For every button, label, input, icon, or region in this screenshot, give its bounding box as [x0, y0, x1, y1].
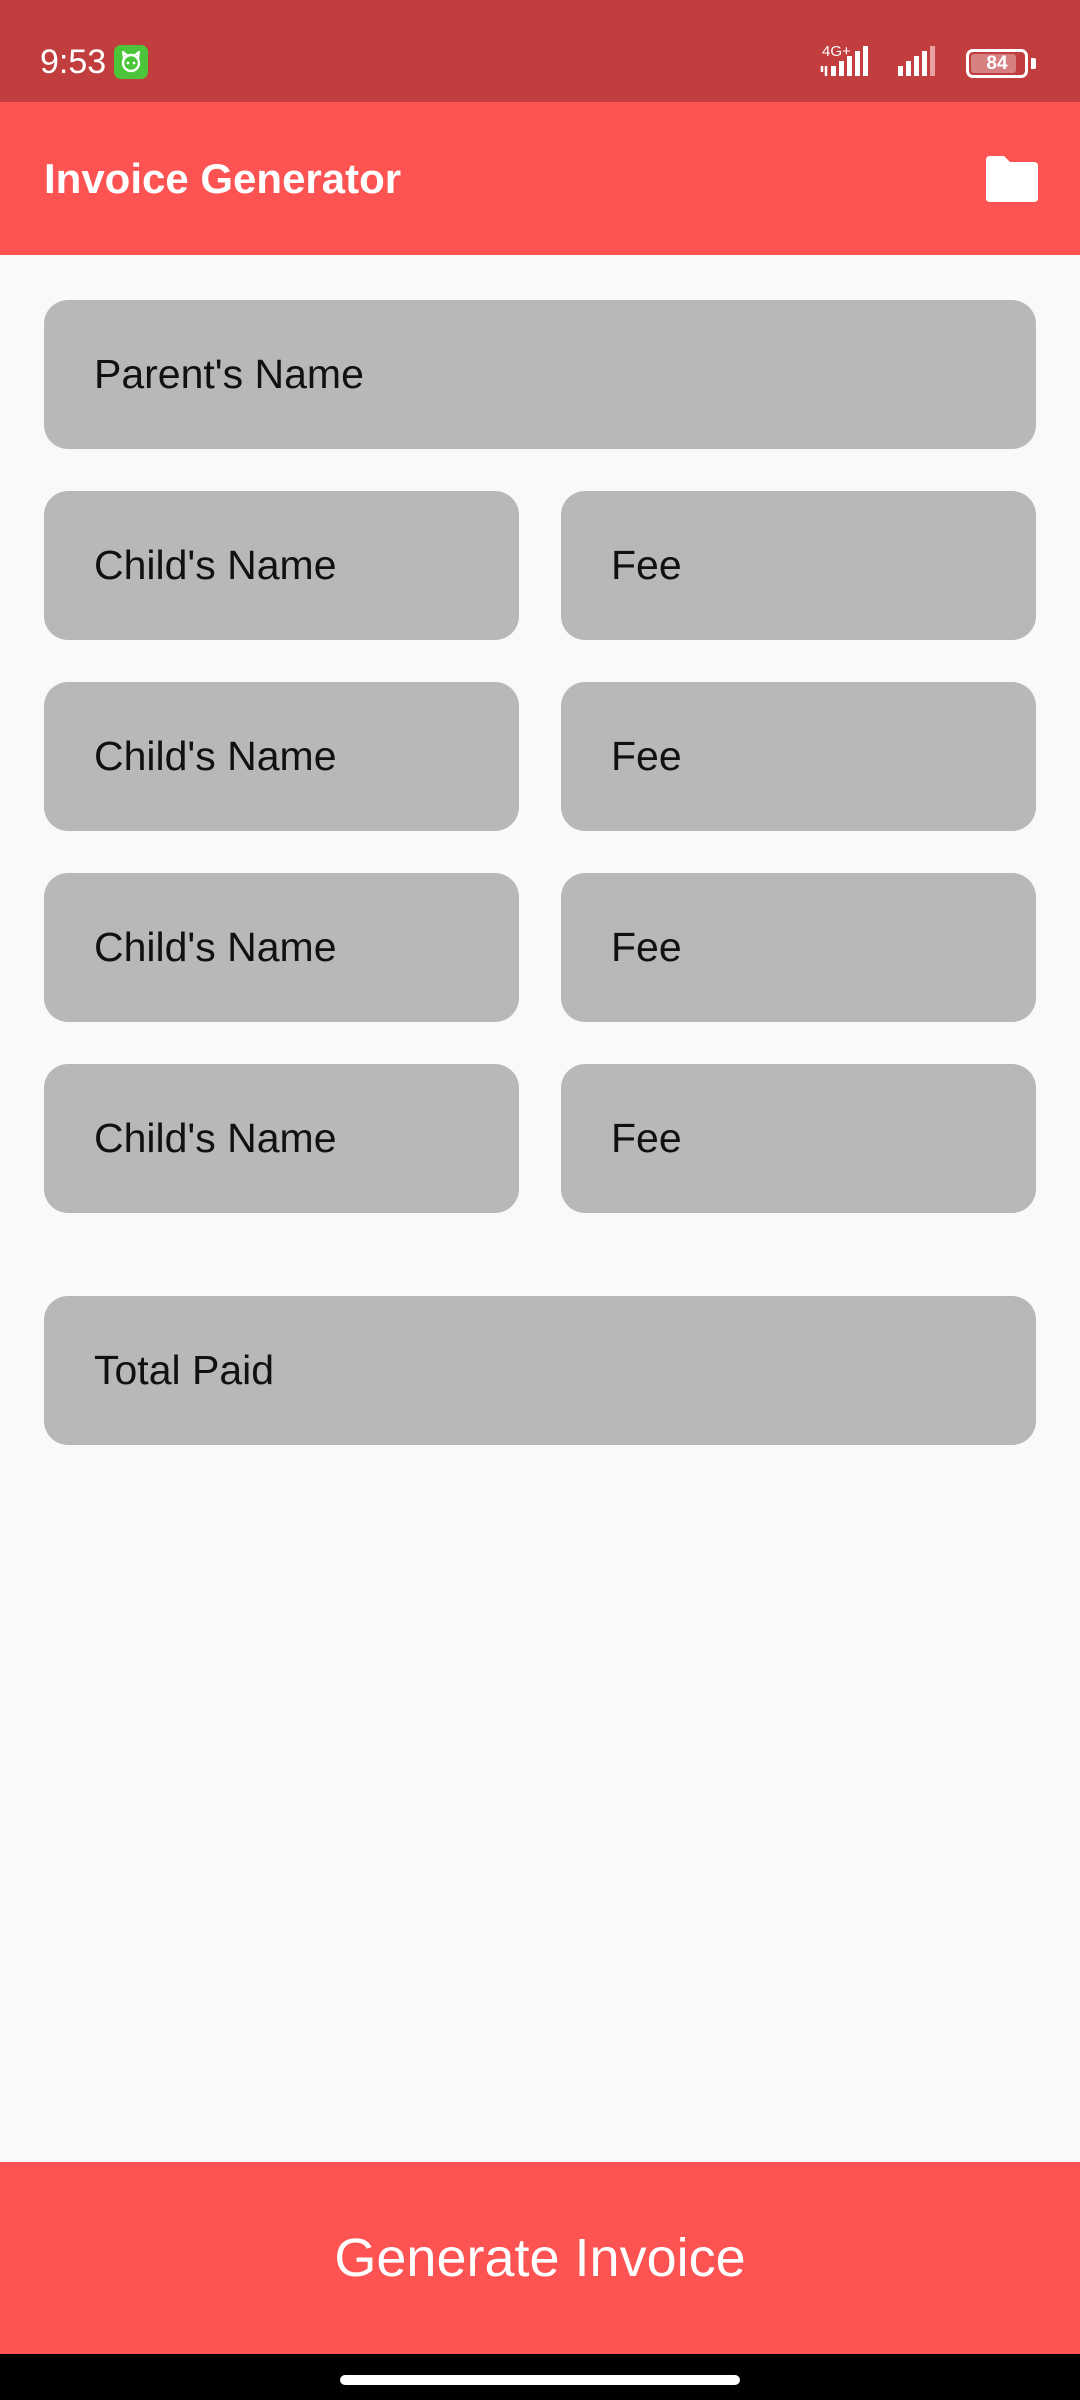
- fee-input[interactable]: [561, 1064, 1036, 1213]
- child-name-field-1[interactable]: [44, 491, 519, 640]
- child-name-input[interactable]: [44, 1064, 519, 1213]
- status-indicators: 4G+ 84: [820, 0, 1080, 102]
- fee-input[interactable]: [561, 491, 1036, 640]
- child-name-input[interactable]: [44, 491, 519, 640]
- fee-field-2[interactable]: [561, 682, 1036, 831]
- child-name-field-2[interactable]: [44, 682, 519, 831]
- parent-name-field[interactable]: [44, 300, 1036, 449]
- fee-input[interactable]: [561, 682, 1036, 831]
- fee-field-1[interactable]: [561, 491, 1036, 640]
- app-title: Invoice Generator: [44, 155, 402, 202]
- status-bar: 9:53 4G+ 84: [0, 0, 1080, 102]
- folder-icon: [986, 156, 1038, 202]
- open-folder-button[interactable]: [974, 148, 1050, 210]
- battery-icon: 84: [966, 49, 1028, 78]
- child-name-field-3[interactable]: [44, 873, 519, 1022]
- generate-invoice-button[interactable]: Generate Invoice: [0, 2162, 1080, 2354]
- fee-input[interactable]: [561, 873, 1036, 1022]
- battery-tip: [1031, 58, 1036, 69]
- child-name-input[interactable]: [44, 682, 519, 831]
- home-indicator[interactable]: [340, 2375, 740, 2385]
- status-time: 9:53: [40, 43, 107, 81]
- android-cat-icon: [114, 45, 148, 79]
- fee-field-4[interactable]: [561, 1064, 1036, 1213]
- child-name-input[interactable]: [44, 873, 519, 1022]
- signal-strength-icon: [820, 46, 935, 76]
- fee-field-3[interactable]: [561, 873, 1036, 1022]
- parent-name-input[interactable]: [44, 300, 1036, 449]
- total-paid-input[interactable]: [44, 1296, 1036, 1445]
- total-paid-field[interactable]: [44, 1296, 1036, 1445]
- navigation-bar: [0, 2354, 1080, 2400]
- child-name-field-4[interactable]: [44, 1064, 519, 1213]
- app-bar: Invoice Generator: [0, 102, 1080, 255]
- battery-level: 84: [986, 53, 1008, 74]
